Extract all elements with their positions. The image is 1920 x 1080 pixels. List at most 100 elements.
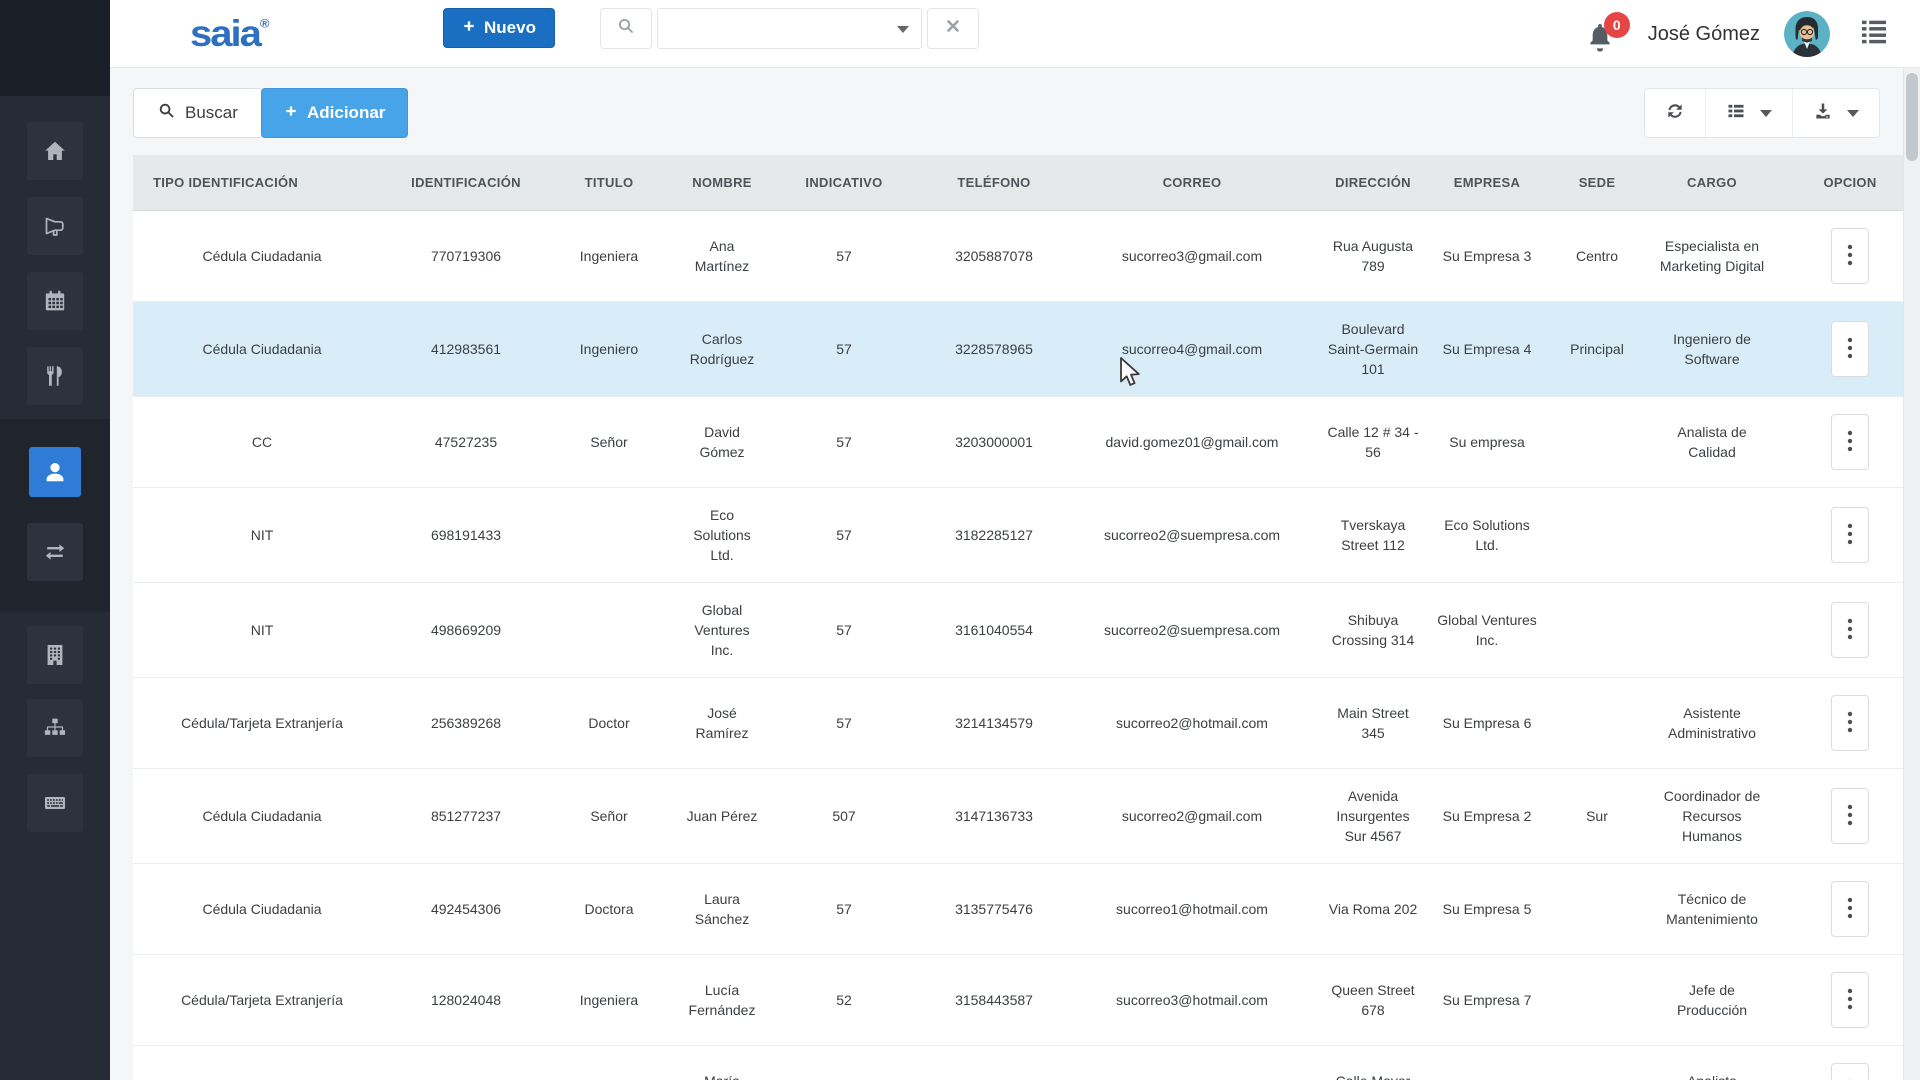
cell-direccion: Main Street 345 [1317, 677, 1429, 769]
cell-direccion: Calle Mayor 123 [1317, 1045, 1429, 1080]
cell-correo: sucorreo1@hotmail.com [1067, 863, 1317, 955]
bell-icon [1584, 24, 1616, 58]
search-select[interactable] [657, 8, 922, 49]
table-row[interactable]: Cédula Ciudadania950773190SeñoraMaría Go… [133, 1045, 1920, 1080]
row-options-button[interactable] [1831, 414, 1869, 470]
cell-direccion: Queen Street 678 [1317, 954, 1429, 1046]
row-options-button[interactable] [1831, 228, 1869, 284]
row-options-button[interactable] [1831, 695, 1869, 751]
cell-cargo [1649, 582, 1775, 678]
table-row[interactable]: NIT 498669209 Global Ventures Inc. 57 316104… [133, 582, 1920, 678]
sidebar-item-org-chart[interactable] [27, 699, 83, 757]
search-button[interactable]: Buscar [133, 88, 263, 138]
sidebar-item-calendar[interactable] [27, 272, 83, 330]
caret-down-icon [1760, 109, 1772, 117]
cell-indicativo: 57 [767, 487, 921, 583]
cell-empresa: Su Empresa 6 [1429, 677, 1545, 769]
cell-direccion: Shibuya Crossing 314 [1317, 582, 1429, 678]
cell-direccion: Tverskaya Street 112 [1317, 487, 1429, 583]
cell-opcion [1775, 1045, 1920, 1080]
table-row[interactable]: CC 47527235 Señor David Gómez 57 3203000001 da… [133, 396, 1920, 488]
global-search [600, 8, 979, 49]
row-options-button[interactable] [1831, 881, 1869, 937]
search-icon [158, 102, 175, 124]
ellipsis-v-icon [1847, 244, 1853, 269]
row-options-button[interactable] [1831, 321, 1869, 377]
sidebar-item-home[interactable] [27, 122, 83, 180]
cell-identificacion: 950773190 [391, 1045, 541, 1080]
cell-nombre: Ana Martínez [677, 210, 767, 302]
sidebar-top-section [0, 0, 110, 96]
ellipsis-v-icon [1847, 430, 1853, 455]
table-row[interactable]: Cédula Ciudadania 412983561 Ingeniero Carlo… [133, 301, 1920, 397]
table-row[interactable]: Cédula Ciudadania 770719306 Ingeniera Ana M… [133, 210, 1920, 302]
new-button-label: Nuevo [484, 18, 536, 37]
column-header-identificacion: IDENTIFICACIÓN [391, 155, 541, 211]
column-header-indicativo: INDICATIVO [767, 155, 921, 211]
column-header-opcion: OPCION [1775, 155, 1920, 211]
cell-identificacion: 492454306 [391, 863, 541, 955]
sidebar-item-keyboard[interactable] [27, 774, 83, 832]
sidebar [0, 0, 110, 1080]
cell-telefono: 3158443587 [921, 954, 1067, 1046]
cell-tipo-identificacion: CC [133, 396, 391, 488]
cell-telefono: 3203000001 [921, 396, 1067, 488]
logo-text: saia [190, 13, 262, 55]
new-button[interactable]: Nuevo [443, 8, 555, 48]
search-addon-button[interactable] [600, 8, 652, 49]
cell-empresa: Global Ventures Inc. [1429, 582, 1545, 678]
cell-empresa: Su empresa [1429, 396, 1545, 488]
vertical-scrollbar[interactable] [1903, 68, 1920, 1080]
sidebar-item-transfers[interactable] [27, 523, 83, 581]
cell-tipo-identificacion: Cédula Ciudadania [133, 301, 391, 397]
table-row[interactable]: NIT 698191433 Eco Solutions Ltd. 57 31822851… [133, 487, 1920, 583]
scrollbar-thumb[interactable] [1906, 73, 1918, 161]
cell-indicativo: 57 [767, 301, 921, 397]
list-view-icon [1726, 101, 1746, 126]
export-download-button[interactable] [1792, 89, 1879, 137]
cell-titulo [541, 487, 677, 583]
cell-tipo-identificacion: Cédula Ciudadania [133, 1045, 391, 1080]
sidebar-item-restaurant[interactable] [27, 347, 83, 405]
column-header-titulo: TITULO [541, 155, 677, 211]
exchange-icon [43, 540, 67, 564]
column-header-sede: SEDE [1545, 155, 1649, 211]
table-row[interactable]: Cédula/Tarjeta Extranjería 128024048 Ingen… [133, 954, 1920, 1046]
table-view-controls [1644, 88, 1880, 138]
cell-opcion [1775, 768, 1920, 864]
refresh-button[interactable] [1645, 89, 1705, 137]
cell-sede: Centro [1545, 210, 1649, 302]
download-icon [1813, 101, 1833, 126]
cell-indicativo: 57 [767, 863, 921, 955]
clear-search-button[interactable] [927, 8, 979, 49]
sidebar-item-company[interactable] [27, 626, 83, 684]
cell-indicativo: 507 [767, 768, 921, 864]
cell-indicativo: 57 [767, 582, 921, 678]
sidebar-item-contacts[interactable] [29, 447, 81, 497]
cell-titulo [541, 582, 677, 678]
avatar[interactable] [1784, 11, 1830, 57]
row-options-button[interactable] [1831, 507, 1869, 563]
user-name[interactable]: José Gómez [1648, 23, 1760, 46]
registered-mark: ® [259, 16, 270, 31]
cell-telefono: 3173898675 [921, 1045, 1067, 1080]
ellipsis-v-icon [1847, 804, 1853, 829]
row-options-button[interactable] [1831, 972, 1869, 1028]
menu-list-button[interactable] [1854, 14, 1894, 54]
main-content: Buscar Adicionar TIPO IDENTIFICACIÓN IDE… [110, 68, 1920, 1080]
cell-telefono: 3228578965 [921, 301, 1067, 397]
row-options-button[interactable] [1831, 1063, 1869, 1080]
table-row[interactable]: Cédula/Tarjeta Extranjería 256389268 Docto… [133, 677, 1920, 769]
add-button[interactable]: Adicionar [261, 88, 409, 138]
cell-telefono: 3205887078 [921, 210, 1067, 302]
row-options-button[interactable] [1831, 788, 1869, 844]
notifications-button[interactable]: 0 [1584, 12, 1630, 58]
table-row[interactable]: Cédula Ciudadania 492454306 Doctora Laura S… [133, 863, 1920, 955]
cell-opcion [1775, 487, 1920, 583]
sidebar-item-announcements[interactable] [27, 197, 83, 255]
cell-identificacion: 256389268 [391, 677, 541, 769]
caret-down-icon [1847, 109, 1859, 117]
row-options-button[interactable] [1831, 602, 1869, 658]
columns-view-button[interactable] [1705, 89, 1792, 137]
table-row[interactable]: Cédula Ciudadania 851277237 Señor Juan Pére… [133, 768, 1920, 864]
